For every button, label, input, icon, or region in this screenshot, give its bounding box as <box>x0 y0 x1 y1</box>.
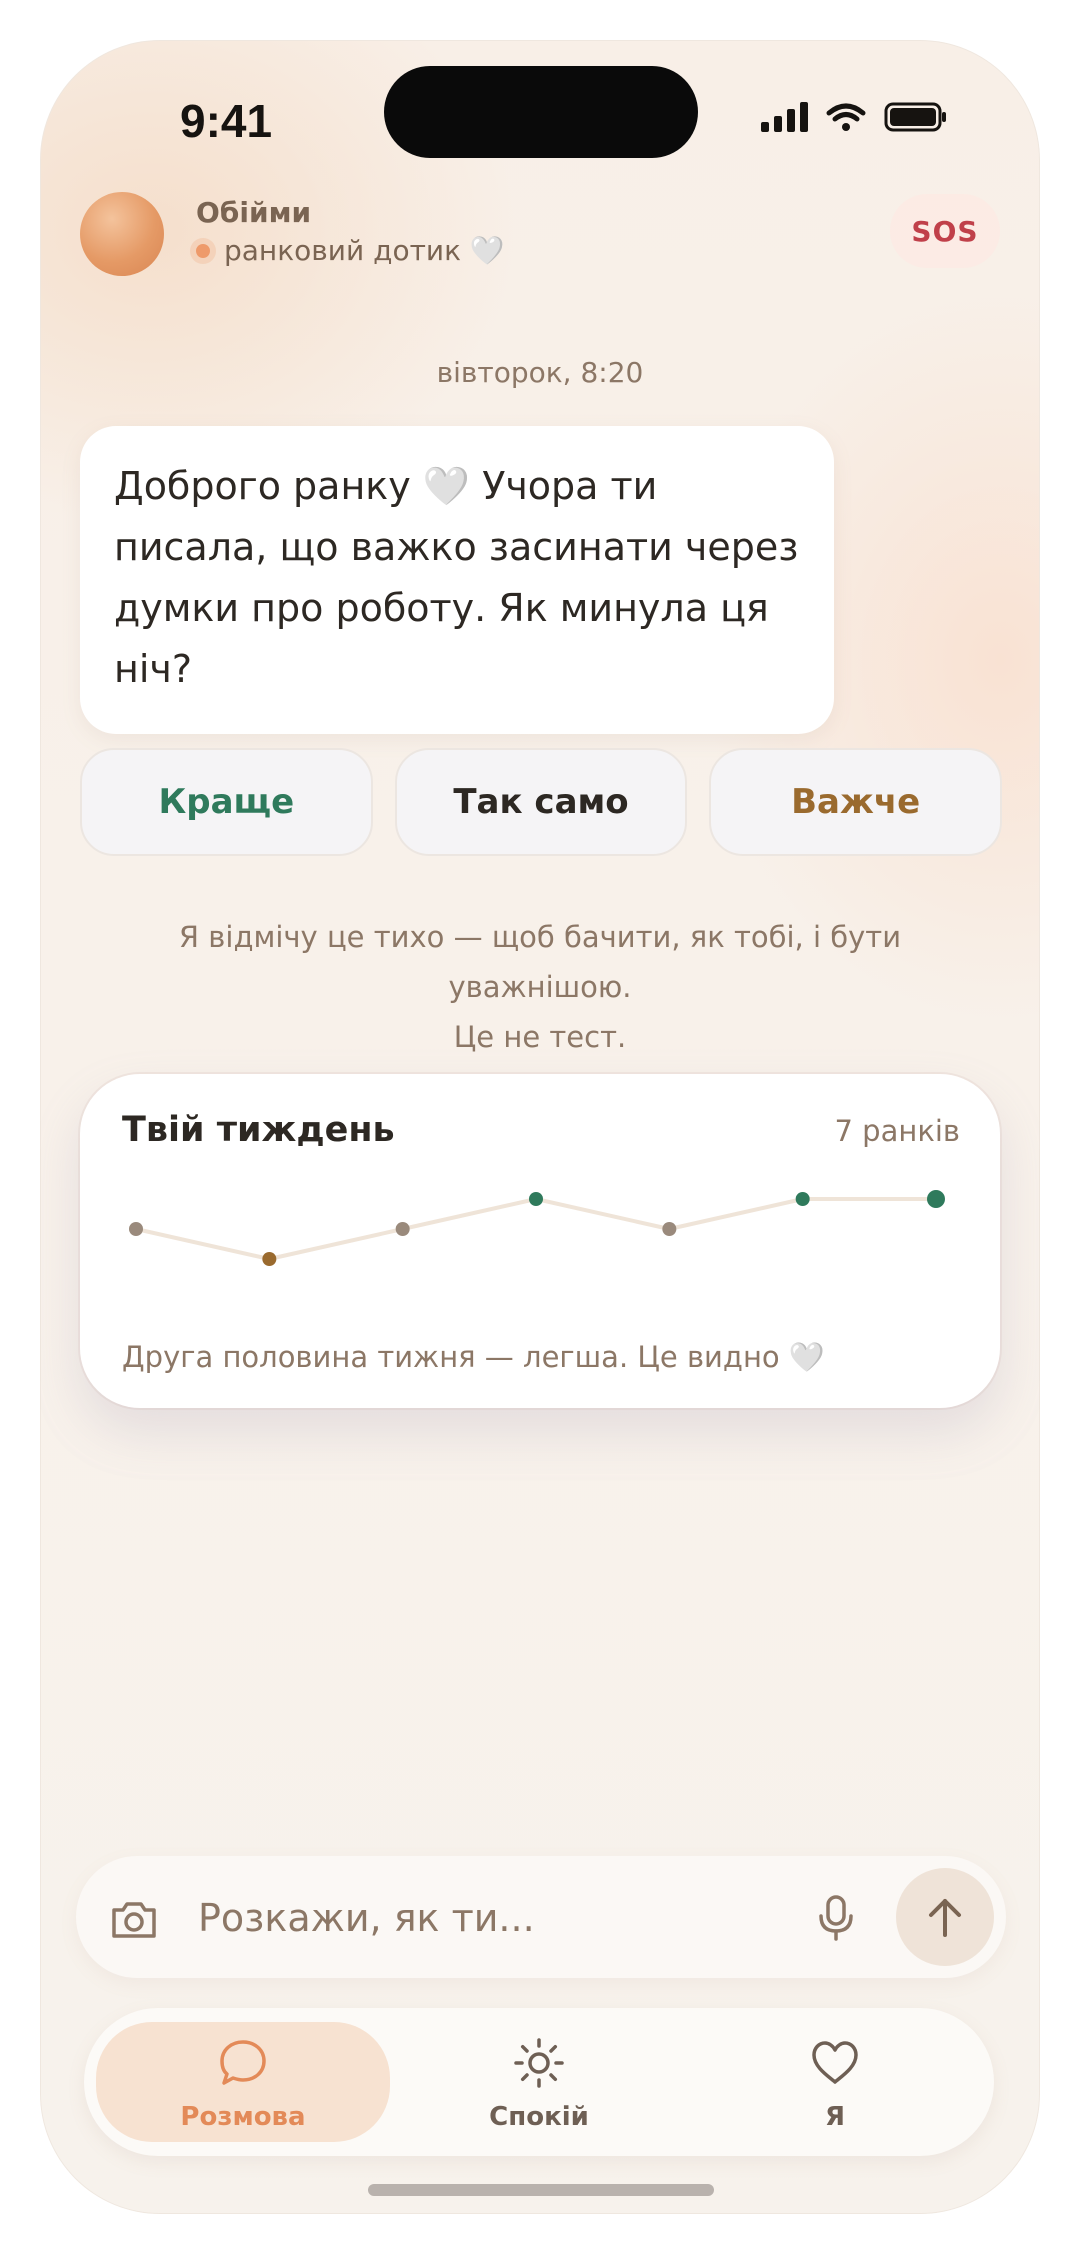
chart-line-segment <box>667 1197 805 1231</box>
sos-button[interactable]: SOS <box>890 194 1000 268</box>
chart-point-day-4 <box>529 1192 543 1206</box>
wifi-icon <box>826 103 866 131</box>
quick-reply-worse-button[interactable]: Важче <box>709 748 1003 856</box>
quick-reply-same-button[interactable]: Так само <box>394 748 688 856</box>
privacy-note-line-1: Я відмічу це тихо — щоб бачити, як тобі,… <box>178 920 902 1004</box>
heart-icon <box>812 2041 858 2084</box>
battery-icon <box>884 102 946 132</box>
microphone-icon[interactable] <box>816 1894 856 1942</box>
chart-point-day-2 <box>262 1252 277 1266</box>
privacy-note-line-2: Це не тест. <box>453 1020 627 1054</box>
tab-me[interactable]: Я <box>688 2022 982 2142</box>
bottom-tab-bar: Розмова Спокій Я <box>84 2008 994 2156</box>
message-composer <box>76 1856 1006 1978</box>
chart-point-day-6 <box>795 1192 810 1206</box>
status-time: 9:41 <box>180 95 273 147</box>
status-icons <box>761 102 948 132</box>
camera-icon[interactable] <box>110 1898 158 1940</box>
week-card-caption: Друга половина тижня — легша. Це видно 🤍 <box>122 1340 825 1374</box>
tab-conversation[interactable]: Розмова <box>96 2022 390 2142</box>
status-bar: 9:41 <box>40 40 1040 200</box>
chart-point-day-5 <box>662 1222 677 1236</box>
message-timestamp: вівторок, 8:20 <box>436 356 644 389</box>
sun-icon <box>514 2038 564 2088</box>
tab-me-label: Я <box>824 2102 846 2132</box>
privacy-note: Я відмічу це тихо — щоб бачити, як тобі,… <box>100 912 980 1062</box>
presence-text: ранковий дотик 🤍 <box>224 234 505 267</box>
status-dot-icon <box>196 243 210 258</box>
week-summary-card[interactable]: Твій тиждень 7 ранків Друга половина тиж… <box>80 1074 1000 1408</box>
quick-reply-row: Краще Так само Важче <box>80 748 1003 856</box>
app-name: Обійми <box>196 196 312 229</box>
tab-calm-label: Спокій <box>489 2102 589 2132</box>
assistant-message-bubble: Доброго ранку 🤍 Учора ти писала, що важк… <box>80 426 834 734</box>
home-indicator[interactable] <box>368 2184 714 2196</box>
chart-line-segment <box>534 1197 672 1231</box>
chart-point-day-7 <box>927 1190 945 1208</box>
message-input[interactable] <box>196 1882 760 1954</box>
chart-line-segment <box>400 1197 538 1231</box>
chart-line-segment <box>267 1227 405 1261</box>
quick-reply-better-button[interactable]: Краще <box>80 748 373 856</box>
send-button[interactable] <box>896 1868 994 1966</box>
chart-line-segment <box>134 1227 272 1261</box>
chart-point-day-1 <box>129 1222 143 1236</box>
chart-point-day-3 <box>395 1222 410 1236</box>
chat-header: Обійми ранковий дотик 🤍 SOS <box>80 190 1000 280</box>
presence-status: ранковий дотик 🤍 <box>188 234 505 267</box>
cellular-signal-icon <box>761 102 808 132</box>
chat-bubble-icon <box>220 2040 266 2085</box>
tab-conversation-label: Розмова <box>180 2102 306 2132</box>
dynamic-island <box>384 66 698 158</box>
avatar[interactable] <box>80 192 164 276</box>
phone-screen: 9:41 Обійми ранковий дотик 🤍 SOS вівторо… <box>40 40 1040 2214</box>
arrow-up-icon <box>929 1899 961 1937</box>
tab-calm[interactable]: Спокій <box>392 2022 686 2142</box>
